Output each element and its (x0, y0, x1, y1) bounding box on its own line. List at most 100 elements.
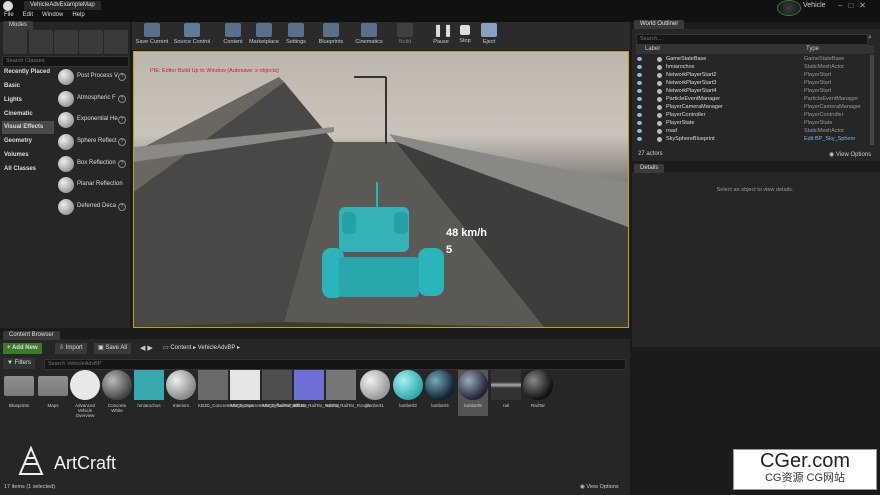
folder-icon (38, 376, 68, 396)
outliner-search-input[interactable]: Search... (636, 34, 868, 45)
outliner-col-type[interactable]: Type (806, 46, 819, 52)
content-view-options[interactable]: ◉ View Options (580, 484, 619, 490)
category-all-classes[interactable]: All Classes (2, 163, 54, 176)
visibility-eye-icon[interactable] (637, 73, 642, 77)
build-button[interactable]: Build (385, 22, 425, 49)
asset-tile[interactable]: rail (491, 370, 521, 416)
eye-icon: ◉ (829, 152, 836, 158)
outliner-row[interactable]: NetworkPlayerStart2 PlayerStart (636, 71, 874, 79)
outliner-row[interactable]: road StaticMeshActor (636, 127, 874, 135)
landscape-mode-icon[interactable] (54, 30, 78, 54)
outliner-col-label[interactable]: Label (645, 46, 660, 52)
settings-button[interactable]: Settings (276, 22, 316, 49)
category-basic[interactable]: Basic (2, 80, 54, 93)
category-recently-placed[interactable]: Recently Placed (2, 66, 54, 79)
exponential-fog-icon (58, 112, 74, 128)
place-item[interactable]: Post Process V? (56, 67, 128, 87)
place-item[interactable]: Box Reflection? (56, 154, 128, 174)
geometry-mode-icon[interactable] (104, 30, 128, 54)
asset-tile[interactable]: lambert4 (425, 370, 455, 416)
asset-tile[interactable]: lambert1 (360, 370, 390, 416)
asset-tile[interactable]: lambert3 (393, 370, 423, 416)
search-icon[interactable]: ⌕ (868, 34, 872, 42)
outliner-row[interactable]: PlayerCameraManager PlayerCameraManager (636, 103, 874, 111)
menu-file[interactable]: File (4, 12, 14, 18)
cinematics-button[interactable]: Cinematics (349, 22, 389, 49)
content-browser-tab[interactable]: Content Browser (3, 331, 60, 340)
visibility-eye-icon[interactable] (637, 121, 642, 125)
visibility-eye-icon[interactable] (637, 137, 642, 141)
level-viewport[interactable]: PIE: Editor Build Up to Window (Autosave… (133, 51, 629, 328)
category-volumes[interactable]: Volumes (2, 149, 54, 162)
actor-count: 27 actors (638, 151, 663, 157)
place-item[interactable]: Deferred Deca? (56, 197, 128, 217)
place-mode-icon[interactable] (3, 30, 27, 54)
asset-tile[interactable]: KB3D_RailTar_Rough (326, 370, 370, 416)
place-item[interactable]: Exponential He? (56, 110, 128, 130)
asset-tile[interactable]: RailTar (523, 370, 553, 416)
asset-tile[interactable]: hmiarochos (134, 370, 164, 416)
details-empty-message: Select an object to view details. (716, 187, 794, 193)
history-nav[interactable]: ◀ ▶ (140, 344, 153, 352)
eject-button[interactable]: Eject (469, 22, 509, 49)
place-item[interactable]: Atmospheric F? (56, 89, 128, 109)
asset-tile[interactable]: Maps (38, 370, 68, 416)
outliner-view-options[interactable]: ◉ View Options (829, 151, 871, 158)
outliner-row[interactable]: SkySphereBlueprint Edit BP_Sky_Sphere (636, 135, 874, 143)
asset-tile[interactable]: KB3D_RailTar_Diffuse (262, 370, 307, 416)
filters-button[interactable]: ▼ Filters (3, 358, 35, 369)
add-new-button[interactable]: + Add New (3, 343, 42, 354)
outliner-row[interactable]: hmiarochos StaticMeshActor (636, 63, 874, 71)
blueprints-button[interactable]: Blueprints (311, 22, 351, 49)
visibility-eye-icon[interactable] (637, 81, 642, 85)
asset-tile[interactable]: KB3D_ConcreteMix_Bumps (198, 370, 254, 416)
menu-edit[interactable]: Edit (23, 12, 33, 18)
visibility-eye-icon[interactable] (637, 65, 642, 69)
asset-tile[interactable]: KB3D_ConcreteMix_DiffuseWhite (230, 370, 297, 416)
breadcrumb-vehicleadvbp[interactable]: VehicleAdvBP (198, 345, 236, 351)
place-item[interactable]: Sphere Reflect? (56, 132, 128, 152)
place-item[interactable]: Planar Reflection (56, 175, 128, 195)
category-visual-effects[interactable]: Visual Effects (2, 121, 54, 134)
menu-help[interactable]: Help (72, 12, 84, 18)
category-lights[interactable]: Lights (2, 94, 54, 107)
world-outliner-tab[interactable]: World Outliner (634, 20, 685, 29)
level-tab[interactable]: VehicleAdvExampleMap (24, 1, 101, 10)
foliage-mode-icon[interactable] (79, 30, 103, 54)
filter-icon: ▼ (7, 360, 15, 366)
material-sphere-icon (393, 370, 423, 400)
outliner-row[interactable]: GameStateBase GameStateBase (636, 55, 874, 63)
visibility-eye-icon[interactable] (637, 57, 642, 61)
breadcrumb-content[interactable]: Content (170, 345, 191, 351)
details-tab[interactable]: Details (634, 164, 665, 173)
visibility-eye-icon[interactable] (637, 113, 642, 117)
save-all-button[interactable]: ▣ Save All (94, 343, 132, 354)
source-control-button[interactable]: Source Control (172, 22, 212, 49)
outliner-row[interactable]: ParticleEventManager ParticleEventManager (636, 95, 874, 103)
visibility-eye-icon[interactable] (637, 105, 642, 109)
content-search-input[interactable]: Search VehicleAdvBP (44, 359, 626, 370)
outliner-row[interactable]: NetworkPlayerStart4 PlayerStart (636, 87, 874, 95)
modes-tab[interactable]: Modes (3, 21, 34, 30)
paint-mode-icon[interactable] (29, 30, 53, 54)
asset-tile[interactable]: Blueprints (4, 370, 34, 416)
asset-tile[interactable]: Interiors (166, 370, 196, 416)
visibility-eye-icon[interactable] (637, 129, 642, 133)
menu-window[interactable]: Window (42, 12, 63, 18)
outliner-scrollbar[interactable] (870, 55, 874, 145)
asset-tile[interactable]: Advanced Vehicle Overview (70, 370, 100, 418)
category-geometry[interactable]: Geometry (2, 135, 54, 148)
category-cinematic[interactable]: Cinematic (2, 108, 54, 121)
import-button[interactable]: ⇩ Import (55, 343, 87, 354)
outliner-row[interactable]: PlayerState PlayerState (636, 119, 874, 127)
asset-tile[interactable]: Concrete White (102, 370, 132, 416)
visibility-eye-icon[interactable] (637, 89, 642, 93)
save-current-button[interactable]: Save Current (132, 22, 172, 49)
window-controls[interactable]: –□✕ (838, 1, 872, 10)
visibility-eye-icon[interactable] (637, 97, 642, 101)
asset-tile[interactable]: KB3D_RailTar_Normal (294, 370, 339, 416)
outliner-row[interactable]: PlayerController PlayerController (636, 111, 874, 119)
ue-logo-icon (3, 1, 13, 11)
asset-tile-selected[interactable]: lambert5 (458, 370, 488, 416)
outliner-row[interactable]: NetworkPlayerStart3 PlayerStart (636, 79, 874, 87)
